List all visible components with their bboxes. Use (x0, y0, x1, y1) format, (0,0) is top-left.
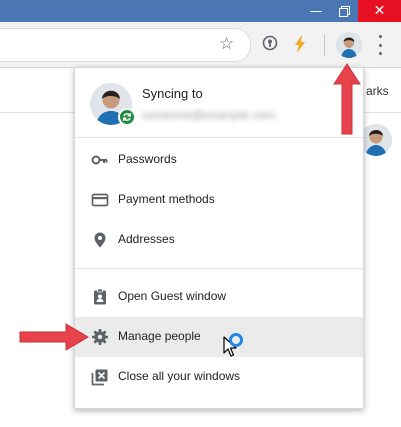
profile-menu: Syncing to someone@example.com Passwords… (74, 67, 364, 409)
menu-item-label: Close all your windows (118, 369, 241, 383)
menu-item-label: Open Guest window (118, 289, 227, 303)
menu-item-label: Addresses (118, 232, 175, 246)
more-vert-icon[interactable] (377, 33, 383, 57)
extension-icon[interactable] (262, 35, 278, 56)
location-pin-icon (91, 231, 109, 249)
menu-item-label: Manage people (118, 329, 201, 343)
menu-item-manage-people[interactable]: Manage people (75, 317, 363, 357)
menu-item-addresses[interactable]: Addresses (75, 220, 363, 260)
annotation-arrow-up (333, 63, 361, 135)
menu-item-passwords[interactable]: Passwords (75, 140, 363, 180)
gear-icon (91, 328, 109, 346)
close-icon[interactable]: ✕ (358, 0, 401, 22)
sync-email: someone@example.com (142, 108, 275, 122)
star-icon[interactable]: ☆ (219, 36, 234, 53)
menu-item-label: Payment methods (118, 192, 215, 206)
annotation-arrow-right (19, 323, 89, 351)
divider (75, 268, 363, 269)
toolbar-separator (324, 34, 325, 56)
credit-card-icon (91, 191, 109, 209)
menu-item-label: Passwords (118, 152, 177, 166)
lightning-extension-icon[interactable] (293, 35, 307, 58)
sync-header[interactable]: Syncing to someone@example.com (75, 68, 363, 136)
address-bar[interactable] (0, 28, 251, 62)
bookmarks-label[interactable]: arks (366, 84, 389, 98)
profile-avatar-button[interactable] (336, 32, 362, 58)
menu-item-payment-methods[interactable]: Payment methods (75, 180, 363, 220)
menu-item-open-guest-window[interactable]: Open Guest window (75, 277, 363, 317)
key-icon (91, 151, 109, 169)
minimize-icon[interactable]: — (302, 0, 330, 22)
close-windows-icon (91, 368, 109, 386)
loading-ring-icon (229, 333, 243, 347)
sync-title: Syncing to (142, 86, 203, 101)
divider (75, 137, 363, 138)
restore-icon[interactable] (330, 0, 358, 22)
window-title-bar: — ✕ (0, 0, 401, 22)
page-avatar (360, 124, 392, 156)
guest-badge-icon (91, 288, 109, 306)
sync-icon (118, 108, 136, 126)
menu-item-close-all-windows[interactable]: Close all your windows (75, 357, 363, 397)
